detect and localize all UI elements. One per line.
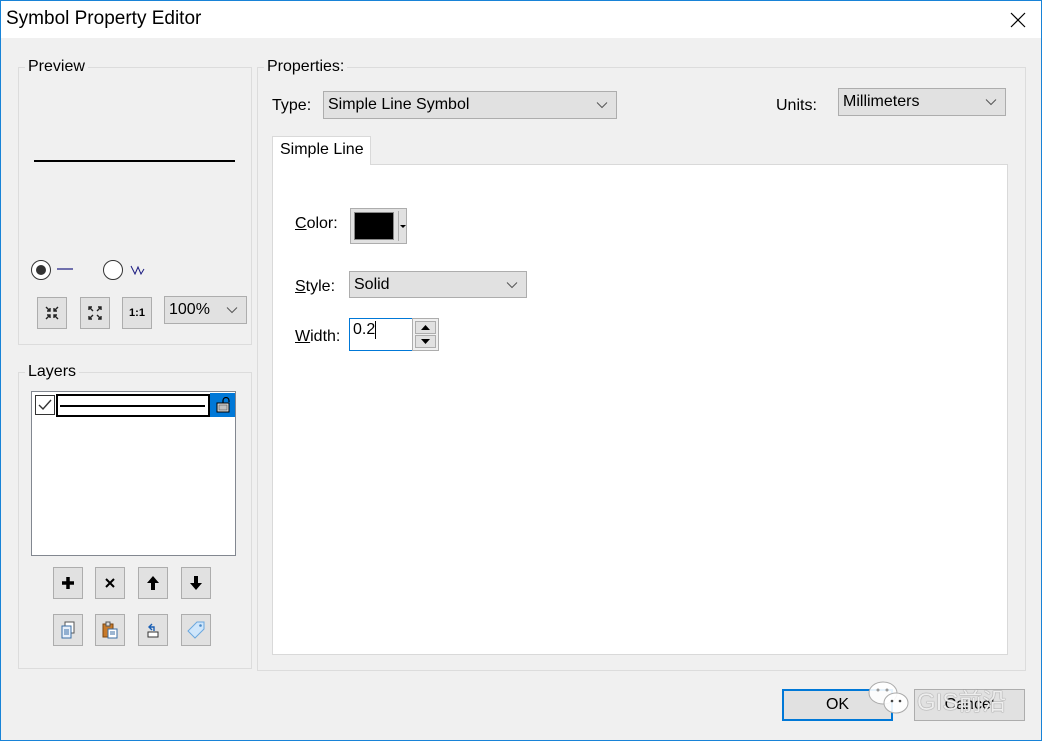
- preview-zoom-dropdown[interactable]: 100%: [164, 296, 247, 324]
- move-layer-down-button[interactable]: [181, 567, 211, 599]
- zoom-out-preview-button[interactable]: [80, 297, 110, 329]
- width-label: Width:: [295, 328, 341, 345]
- preview-zoom-value: 100%: [169, 301, 210, 318]
- line-glyph-icon: [57, 268, 73, 270]
- chevron-down-icon: [596, 102, 608, 109]
- window-title: Symbol Property Editor: [6, 8, 202, 29]
- width-stepper: [412, 318, 439, 351]
- ok-button[interactable]: OK: [782, 689, 893, 721]
- width-decrement-button[interactable]: [415, 335, 436, 348]
- copy-icon: [61, 621, 75, 639]
- plus-icon: [62, 577, 74, 589]
- color-swatch: [354, 212, 394, 240]
- paste-layer-button[interactable]: [95, 614, 125, 646]
- tag-layer-button[interactable]: [181, 614, 211, 646]
- title-bar: Symbol Property Editor: [1, 1, 1041, 38]
- triangle-down-icon: [421, 339, 430, 344]
- zoom-in-preview-button[interactable]: [37, 297, 67, 329]
- chevron-down-icon: [226, 307, 238, 314]
- paste-icon: [102, 621, 118, 639]
- properties-group-label: Properties:: [264, 58, 348, 76]
- layer-lock-toggle[interactable]: [210, 393, 235, 417]
- layer-item[interactable]: [32, 393, 235, 417]
- one-to-one-icon: 1:1: [129, 307, 145, 319]
- x-icon: [105, 578, 115, 588]
- close-icon: [1010, 12, 1026, 27]
- zigzag-preview-radio[interactable]: [103, 260, 123, 280]
- zigzag-glyph-icon: [130, 265, 145, 275]
- close-button[interactable]: [995, 1, 1041, 38]
- type-dropdown-value: Simple Line Symbol: [328, 96, 470, 113]
- preview-group-label: Preview: [25, 58, 88, 76]
- dropdown-arrow-icon: [400, 225, 406, 228]
- reset-icon: [147, 623, 159, 638]
- line-preview-radio[interactable]: [31, 260, 51, 280]
- units-label: Units:: [776, 97, 817, 114]
- type-label: Type:: [272, 97, 312, 114]
- units-dropdown[interactable]: Millimeters: [838, 88, 1006, 116]
- layers-list: [31, 391, 236, 556]
- checkmark-icon: [38, 399, 52, 411]
- type-dropdown[interactable]: Simple Line Symbol: [323, 91, 617, 119]
- layer-visibility-checkbox[interactable]: [35, 395, 55, 415]
- width-input[interactable]: 0.2: [349, 318, 413, 351]
- style-dropdown[interactable]: Solid: [349, 271, 527, 298]
- units-dropdown-value: Millimeters: [843, 93, 920, 110]
- shrink-arrows-icon: [45, 306, 59, 320]
- arrow-up-icon: [147, 576, 159, 590]
- add-layer-button[interactable]: [53, 567, 83, 599]
- copy-layer-button[interactable]: [53, 614, 83, 646]
- actual-size-button[interactable]: 1:1: [122, 297, 152, 329]
- reset-layer-button[interactable]: [138, 614, 168, 646]
- expand-arrows-icon: [88, 306, 102, 320]
- chevron-down-icon: [506, 281, 518, 288]
- style-label: Style:: [295, 278, 336, 295]
- tab-simple-line[interactable]: Simple Line: [272, 136, 371, 165]
- symbol-property-editor-dialog: Symbol Property Editor Preview 1:1 100%: [0, 0, 1042, 741]
- width-input-value: 0.2: [353, 321, 376, 339]
- arrow-down-icon: [190, 576, 202, 590]
- layer-symbol-swatch: [56, 394, 210, 417]
- unlock-icon: [216, 397, 230, 413]
- width-increment-button[interactable]: [415, 321, 436, 334]
- chevron-down-icon: [985, 99, 997, 106]
- style-dropdown-value: Solid: [354, 275, 390, 293]
- color-picker-button[interactable]: [350, 208, 407, 244]
- tag-icon: [187, 621, 205, 639]
- color-label: Color:: [295, 215, 338, 232]
- preview-line: [34, 160, 235, 162]
- remove-layer-button[interactable]: [95, 567, 125, 599]
- triangle-up-icon: [421, 325, 430, 330]
- layers-group-label: Layers: [25, 363, 80, 381]
- move-layer-up-button[interactable]: [138, 567, 168, 599]
- cancel-button[interactable]: Cancel: [914, 689, 1025, 721]
